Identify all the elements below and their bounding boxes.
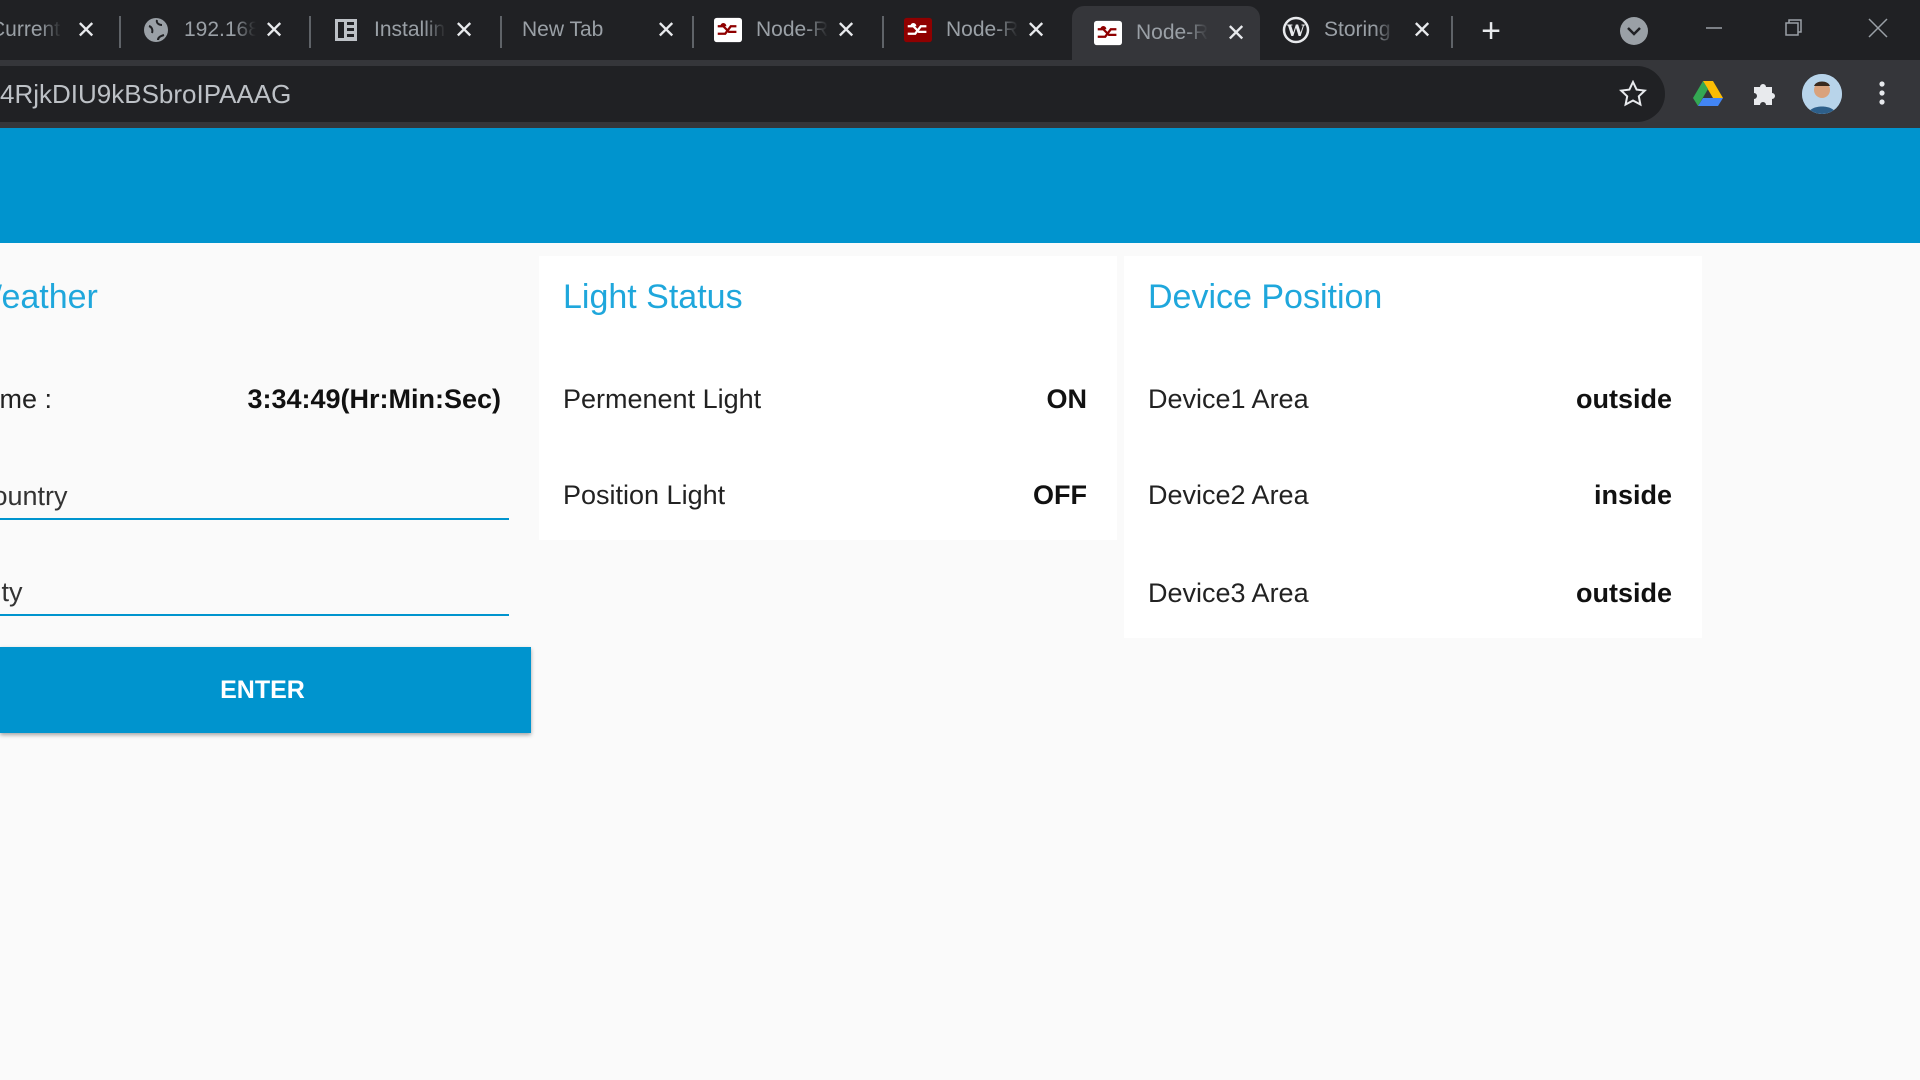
tab-title: Node-RED (946, 18, 1018, 41)
device1-area-label: Device1 Area (1148, 384, 1309, 414)
new-tab-button[interactable]: + (1474, 14, 1508, 48)
node-red-icon (904, 16, 932, 44)
browser-tab-active[interactable]: Node-RED ✕ (1072, 6, 1260, 60)
minimize-icon (1706, 27, 1722, 29)
browser-tab[interactable]: Node-RED ✕ (700, 0, 870, 60)
close-icon[interactable]: ✕ (262, 17, 286, 44)
tab-separator (882, 16, 884, 48)
device-position-card: Device Position Device1 Area outside Dev… (1124, 256, 1702, 638)
weather-card: Weather Time : 3:34:49(Hr:Min:Sec) (0, 256, 531, 648)
profile-avatar[interactable] (1802, 74, 1842, 114)
node-red-icon (714, 16, 742, 44)
close-icon[interactable]: ✕ (834, 17, 858, 44)
city-field[interactable] (0, 570, 509, 616)
browser-tab[interactable]: New Tab ✕ (510, 0, 690, 60)
svg-text:W: W (1286, 21, 1306, 40)
device3-area-label: Device3 Area (1148, 578, 1309, 608)
light-status-card: Light Status Permenent Light ON Position… (539, 256, 1117, 540)
google-drive-icon[interactable] (1692, 77, 1724, 109)
doc-icon (332, 16, 360, 44)
minimize-button[interactable] (1684, 8, 1744, 48)
tab-separator (500, 16, 502, 48)
device2-area-value: inside (1593, 480, 1672, 510)
close-icon[interactable]: ✕ (654, 17, 678, 44)
close-icon[interactable]: ✕ (1410, 17, 1434, 44)
browser-menu-icon[interactable] (1866, 77, 1898, 109)
browser-tab-strip: Current ✕ 192.168. ✕ Installing ✕ New Ta… (0, 0, 1920, 60)
address-bar[interactable]: 4RjkDIU9kBSbroIPAAAG (0, 66, 1665, 122)
extensions-puzzle-icon[interactable] (1748, 77, 1780, 109)
wordpress-icon: W (1282, 16, 1310, 44)
permanent-light-value: ON (1046, 384, 1088, 414)
tab-title: New Tab (522, 18, 604, 41)
tab-separator (692, 16, 694, 48)
tab-separator (309, 16, 311, 48)
globe-icon (142, 16, 170, 44)
browser-tab[interactable]: Installing ✕ (318, 0, 488, 60)
time-value: 3:34:49(Hr:Min:Sec) (247, 384, 501, 414)
browser-tab[interactable]: W Storing ✕ (1270, 0, 1446, 60)
device3-area-value: outside (1575, 578, 1672, 608)
enter-button[interactable]: ENTER (0, 647, 531, 733)
tab-title: 192.168. (184, 18, 256, 41)
browser-tab[interactable]: 192.168. ✕ (128, 0, 298, 60)
tab-title: Node-RED (756, 18, 828, 41)
card-title-weather: Weather (0, 278, 98, 316)
card-title-light-status: Light Status (563, 278, 743, 316)
close-window-button[interactable] (1848, 8, 1908, 48)
tab-title: Node-RED (1136, 21, 1208, 44)
time-label: Time : (0, 384, 52, 414)
avatar-image (1802, 74, 1842, 114)
node-red-icon (1094, 19, 1122, 47)
device1-area-value: outside (1575, 384, 1672, 414)
tab-separator (1451, 16, 1453, 48)
tab-title: Storing (1324, 18, 1391, 41)
city-input[interactable] (0, 570, 506, 614)
close-icon[interactable]: ✕ (1224, 20, 1248, 47)
browser-tab[interactable]: Node-RED ✕ (890, 0, 1060, 60)
close-icon[interactable]: ✕ (1024, 17, 1048, 44)
close-icon[interactable]: ✕ (452, 17, 476, 44)
card-title-device-position: Device Position (1148, 278, 1383, 316)
permanent-light-label: Permenent Light (563, 384, 762, 414)
restore-button[interactable] (1764, 8, 1824, 48)
browser-toolbar: 4RjkDIU9kBSbroIPAAAG (0, 60, 1920, 128)
country-field[interactable] (0, 474, 509, 520)
url-text: 4RjkDIU9kBSbroIPAAAG (0, 79, 292, 109)
country-input[interactable] (0, 474, 503, 518)
position-light-value: OFF (1033, 480, 1087, 510)
position-light-label: Position Light (563, 480, 726, 510)
close-icon (1868, 18, 1888, 38)
tab-separator (119, 16, 121, 48)
device2-area-label: Device2 Area (1148, 480, 1309, 510)
browser-tab[interactable]: Current ✕ (0, 0, 110, 60)
close-icon[interactable]: ✕ (74, 17, 98, 44)
dashboard-header (0, 128, 1920, 243)
restore-icon (1785, 19, 1802, 36)
bookmark-star-icon[interactable] (1619, 80, 1647, 108)
tab-search-button[interactable] (1620, 17, 1648, 45)
tab-title: Installing (374, 18, 446, 41)
tab-title: Current (0, 18, 61, 41)
chevron-down-icon (1627, 27, 1641, 36)
